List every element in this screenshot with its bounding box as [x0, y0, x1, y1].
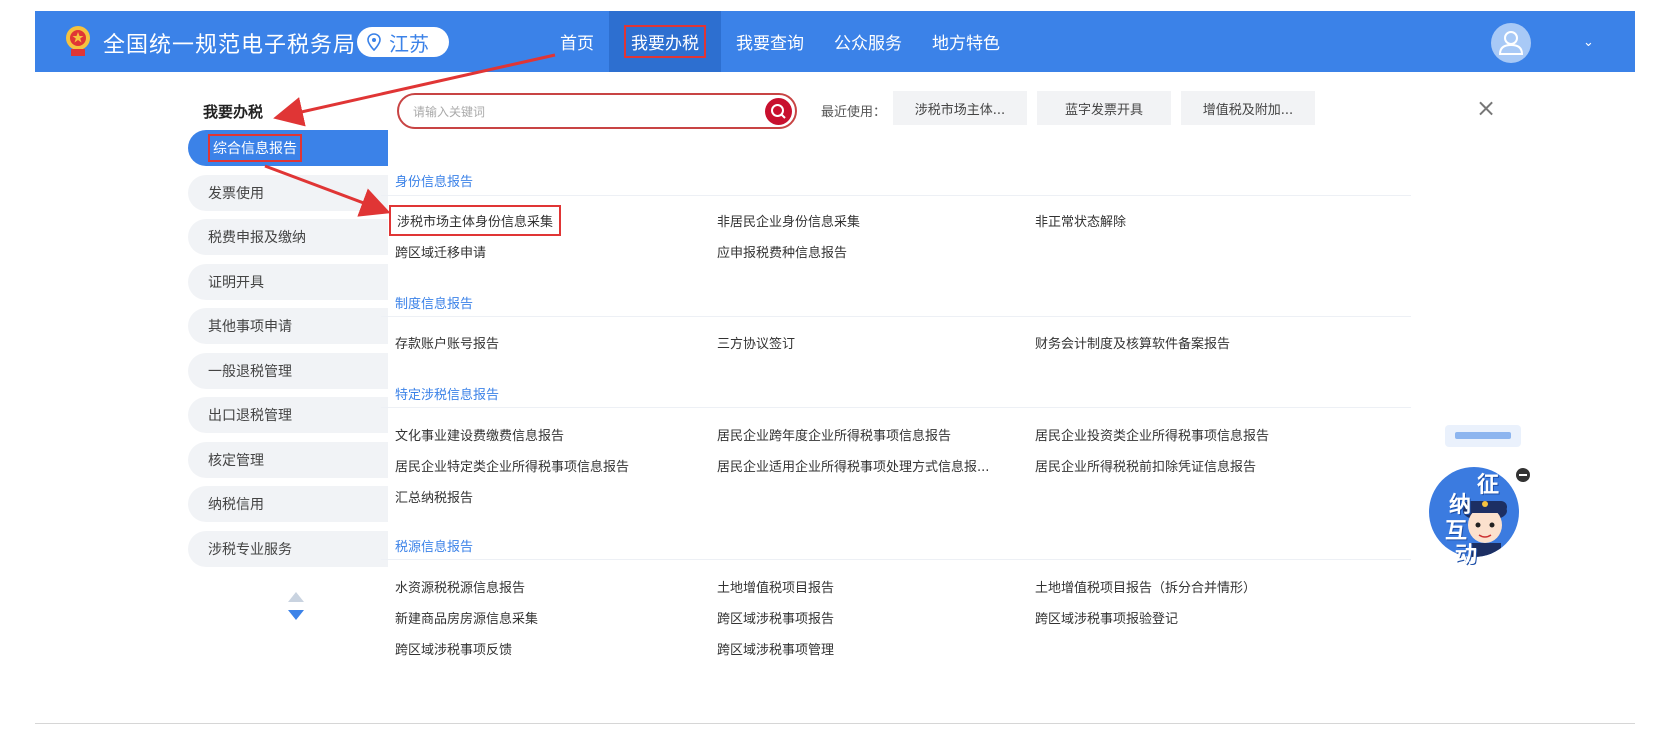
location-pin-icon [367, 33, 381, 51]
widget-char: 动 [1455, 543, 1478, 568]
item-income-tax-treatment[interactable]: 居民企业适用企业所得税事项处理方式信息报... [717, 456, 989, 475]
item-new-housing-collection[interactable]: 新建商品房房源信息采集 [395, 608, 538, 627]
item-tax-type-report[interactable]: 应申报税费种信息报告 [717, 242, 847, 261]
item-cross-region-migration[interactable]: 跨区域迁移申请 [395, 242, 486, 261]
divider [381, 316, 1411, 317]
recent-chip[interactable]: 蓝字发票开具 [1037, 91, 1171, 125]
nav-query[interactable]: 我要查询 [721, 11, 819, 72]
divider [381, 195, 1411, 196]
sidebar-item-label: 综合信息报告 [208, 134, 302, 162]
nav-label: 地方特色 [932, 34, 1000, 54]
item-land-vat-split-merge[interactable]: 土地增值税项目报告（拆分合并情形） [1035, 577, 1256, 596]
item-land-vat-project[interactable]: 土地增值税项目报告 [717, 577, 834, 596]
chevron-down-icon[interactable]: ⌄ [1583, 35, 1594, 50]
sidebar-item-export-refund[interactable]: 出口退税管理 [188, 397, 388, 433]
divider [381, 407, 1411, 408]
sidebar-item-label: 其他事项申请 [208, 319, 292, 335]
group-title-tax-source: 税源信息报告 [395, 540, 474, 555]
nav-label: 首页 [560, 34, 594, 54]
item-consolidated-tax-report[interactable]: 汇总纳税报告 [395, 487, 473, 506]
bottom-divider [35, 723, 1635, 724]
item-cross-region-registration[interactable]: 跨区域涉税事项报验登记 [1035, 608, 1178, 627]
item-bank-account-report[interactable]: 存款账户账号报告 [395, 333, 499, 352]
sidebar-item-label: 核定管理 [208, 453, 264, 469]
sidebar-item-label: 出口退税管理 [208, 408, 292, 424]
site-title: 全国统一规范电子税务局 [103, 33, 357, 58]
nav-label: 我要办税 [624, 25, 706, 58]
search-box [397, 93, 797, 129]
item-cross-region-report[interactable]: 跨区域涉税事项报告 [717, 608, 834, 627]
search-button[interactable] [765, 98, 792, 125]
close-icon[interactable]: × [1473, 94, 1499, 122]
sidebar-item-tax-credit[interactable]: 纳税信用 [188, 486, 388, 522]
user-icon [1498, 31, 1524, 55]
item-tripartite-agreement[interactable]: 三方协议签订 [717, 333, 795, 352]
nav-label: 我要查询 [736, 34, 804, 54]
divider [381, 559, 1411, 560]
widget-char: 征 [1477, 473, 1500, 498]
item-deduction-voucher[interactable]: 居民企业所得税税前扣除凭证信息报告 [1035, 456, 1256, 475]
tag-bar-icon [1455, 432, 1511, 439]
nav-home[interactable]: 首页 [545, 11, 609, 72]
sidebar-item-invoice[interactable]: 发票使用 [188, 175, 388, 211]
user-avatar[interactable] [1491, 23, 1531, 63]
item-accounting-system-filing[interactable]: 财务会计制度及核算软件备案报告 [1035, 333, 1230, 352]
search-icon [771, 104, 786, 119]
sidebar-item-label: 税费申报及缴纳 [208, 230, 306, 246]
sidebar-item-label: 一般退税管理 [208, 364, 292, 380]
top-bar: 全国统一规范电子税务局 江苏 首页 我要办税 我要查询 公众服务 地方特色 ⌄ [35, 11, 1635, 72]
sidebar-item-label: 涉税专业服务 [208, 542, 292, 558]
interaction-widget[interactable]: 征 纳 互 动 [1405, 423, 1530, 568]
sidebar-item-other-application[interactable]: 其他事项申请 [188, 308, 388, 344]
nav-label: 公众服务 [834, 34, 902, 54]
item-cross-region-feedback[interactable]: 跨区域涉税事项反馈 [395, 639, 512, 658]
nav-tax-handling[interactable]: 我要办税 [609, 11, 721, 72]
nav-public-service[interactable]: 公众服务 [819, 11, 917, 72]
item-cross-region-management[interactable]: 跨区域涉税事项管理 [717, 639, 834, 658]
app-window: 全国统一规范电子税务局 江苏 首页 我要办税 我要查询 公众服务 地方特色 ⌄ … [35, 11, 1635, 725]
item-culture-fee-report[interactable]: 文化事业建设费缴费信息报告 [395, 425, 564, 444]
item-water-resource-tax[interactable]: 水资源税税源信息报告 [395, 577, 525, 596]
item-cross-year-income-tax[interactable]: 居民企业跨年度企业所得税事项信息报告 [717, 425, 951, 444]
sidebar-item-assessment[interactable]: 核定管理 [188, 442, 388, 478]
group-title-identity: 身份信息报告 [395, 175, 474, 190]
tax-emblem-icon [66, 26, 90, 56]
region-label: 江苏 [389, 31, 429, 56]
recent-chip[interactable]: 涉税市场主体... [893, 91, 1027, 125]
item-market-entity-identity[interactable]: 涉税市场主体身份信息采集 [389, 205, 562, 236]
widget-tag [1445, 425, 1521, 447]
sidebar-item-declaration[interactable]: 税费申报及缴纳 [188, 219, 388, 255]
item-nonresident-identity[interactable]: 非居民企业身份信息采集 [717, 211, 860, 230]
sidebar-item-professional-service[interactable]: 涉税专业服务 [188, 531, 388, 567]
group-title-specific: 特定涉税信息报告 [395, 388, 500, 403]
main-nav: 首页 我要办税 我要查询 公众服务 地方特色 [545, 11, 1015, 72]
sidebar-title: 我要办税 [203, 103, 264, 121]
sidebar-item-label: 发票使用 [208, 186, 264, 202]
item-investment-income-tax[interactable]: 居民企业投资类企业所得税事项信息报告 [1035, 425, 1269, 444]
recent-label: 最近使用： [821, 105, 887, 120]
sidebar-item-comprehensive-info[interactable]: 综合信息报告 [188, 130, 388, 166]
recent-chip[interactable]: 增值税及附加... [1181, 91, 1315, 125]
item-specific-income-tax[interactable]: 居民企业特定类企业所得税事项信息报告 [395, 456, 629, 475]
scroll-updown-icon[interactable] [285, 589, 307, 623]
sidebar-item-general-refund[interactable]: 一般退税管理 [188, 353, 388, 389]
sidebar-item-certificate[interactable]: 证明开具 [188, 264, 388, 300]
item-abnormal-status-release[interactable]: 非正常状态解除 [1035, 211, 1126, 230]
nav-local-features[interactable]: 地方特色 [917, 11, 1015, 72]
group-title-system: 制度信息报告 [395, 297, 474, 312]
sidebar-item-label: 纳税信用 [208, 497, 264, 513]
sidebar-item-label: 证明开具 [208, 275, 264, 291]
search-input[interactable] [413, 102, 753, 122]
region-selector[interactable]: 江苏 [357, 27, 449, 57]
